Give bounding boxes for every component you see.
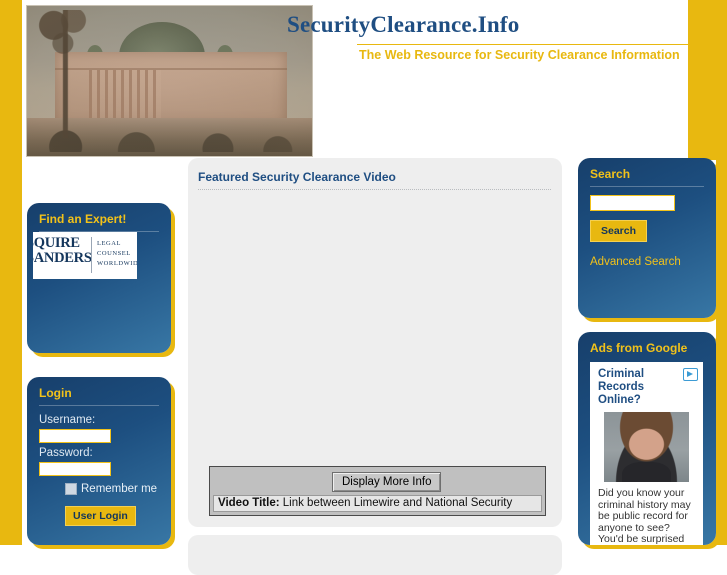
user-login-button[interactable]: User Login — [65, 506, 136, 526]
login-title: Login — [39, 386, 72, 400]
username-label: Username: — [39, 414, 96, 426]
site-header: SecurityClearance.Info The Web Resource … — [22, 0, 707, 160]
remember-me-row[interactable]: Remember me — [65, 483, 171, 495]
panel-divider — [39, 405, 159, 406]
video-title-label: Video Title: — [218, 497, 280, 509]
ad-mugshot-photo — [604, 412, 689, 482]
ad-unit[interactable]: Criminal Records Online? Did you know yo… — [590, 362, 703, 545]
right-gold-border-bottom — [716, 160, 727, 545]
video-title-bar: Video Title: Link between Limewire and N… — [213, 495, 542, 512]
logo-divider — [91, 237, 92, 273]
squire-sanders-logo[interactable]: SQUIRE SANDERS LEGALCOUNSELWORLDWIDE — [33, 232, 137, 279]
left-gold-border — [0, 0, 22, 545]
secondary-content-panel — [188, 535, 562, 575]
remember-me-checkbox[interactable] — [65, 483, 77, 495]
building-dome — [119, 22, 205, 56]
display-more-info-button[interactable]: Display More Info — [332, 472, 442, 492]
google-ads-panel: Ads from Google Criminal Records Online?… — [578, 332, 716, 545]
adchoices-triangle-icon[interactable] — [683, 368, 698, 381]
video-player-controls: Display More Info Video Title: Link betw… — [209, 466, 546, 516]
remember-me-label: Remember me — [81, 483, 158, 495]
panel-divider — [590, 186, 704, 187]
site-title: SecurityClearance.Info — [287, 12, 520, 37]
username-input[interactable] — [39, 429, 111, 443]
logo-wordmark: SQUIRE SANDERS — [33, 235, 92, 266]
search-panel: Search Search Advanced Search — [578, 158, 716, 318]
search-input[interactable] — [590, 195, 675, 211]
password-input[interactable] — [39, 462, 111, 476]
ads-title: Ads from Google — [590, 341, 688, 355]
login-panel: Login Username: Password: Remember me Us… — [27, 377, 171, 545]
search-button[interactable]: Search — [590, 220, 648, 242]
video-title-text: Link between Limewire and National Secur… — [282, 497, 513, 509]
search-title: Search — [590, 167, 631, 181]
logo-strapline: LEGALCOUNSELWORLDWIDE — [97, 240, 137, 267]
logo-wordmark-line2: SANDERS — [33, 250, 92, 266]
advanced-search-link[interactable]: Advanced Search — [590, 256, 681, 268]
logo-wordmark-line1: SQUIRE — [33, 235, 80, 251]
ad-body-text: Did you know your criminal history may b… — [598, 487, 691, 545]
find-an-expert-title: Find an Expert! — [39, 212, 127, 226]
tree — [35, 10, 97, 138]
ad-headline[interactable]: Criminal Records Online? — [598, 368, 686, 407]
tagline-divider — [357, 44, 707, 45]
featured-video-title: Featured Security Clearance Video — [198, 170, 396, 184]
site-tagline: The Web Resource for Security Clearance … — [359, 48, 680, 62]
password-label: Password: — [39, 447, 93, 459]
panel-divider — [198, 189, 552, 190]
video-stage[interactable] — [198, 196, 552, 466]
right-gold-border-top — [688, 0, 727, 160]
header-illustration — [26, 5, 313, 157]
